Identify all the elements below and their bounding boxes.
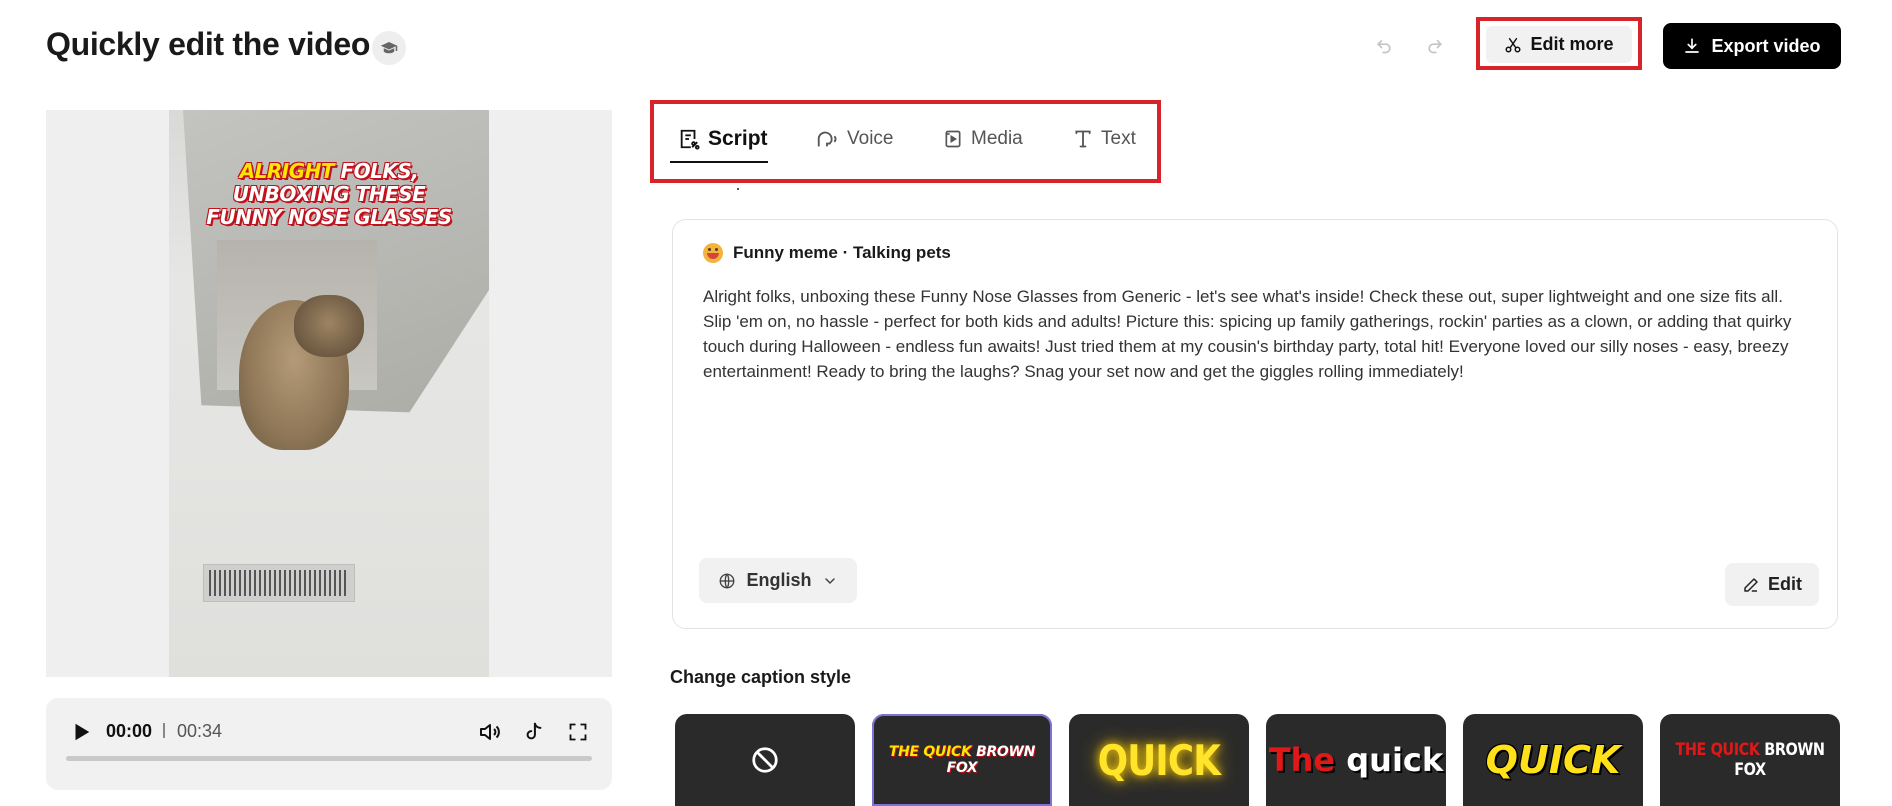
- script-icon: [680, 129, 700, 150]
- laughing-emoji-icon: [703, 243, 723, 263]
- tiktok-button[interactable]: [520, 718, 548, 746]
- edit-script-button[interactable]: Edit: [1725, 563, 1819, 606]
- caption-style-heading: Change caption style: [670, 667, 852, 687]
- redo-button[interactable]: [1421, 31, 1449, 59]
- caption-style-fox-red[interactable]: THE QUICK BROWN FOX: [1660, 714, 1840, 806]
- graduation-cap-icon[interactable]: [372, 31, 406, 65]
- pencil-icon: [1744, 577, 1758, 592]
- chevron-down-icon: [824, 577, 835, 584]
- active-tab-indicator: [670, 161, 768, 163]
- video-frame: ALRIGHT FOLKS, UNBOXING THESE FUNNY NOSE…: [169, 110, 489, 677]
- no-style-icon: [752, 747, 778, 773]
- time-separator: [163, 723, 165, 738]
- caption-style-none[interactable]: [675, 714, 855, 806]
- play-icon: [75, 723, 90, 740]
- tab-script[interactable]: Script: [678, 124, 768, 154]
- script-tag-label: Funny meme · Talking pets: [733, 243, 951, 262]
- video-caption-overlay: ALRIGHT FOLKS, UNBOXING THESE FUNNY NOSE…: [206, 159, 452, 229]
- current-time: 00:00: [106, 721, 153, 741]
- edit-label: Edit: [1768, 574, 1802, 594]
- download-icon: [1685, 38, 1700, 53]
- media-icon: [945, 130, 961, 148]
- air-vent: [203, 564, 355, 602]
- caption-style-fox-small[interactable]: THE QUICK BROWN FOX: [872, 714, 1052, 806]
- edit-more-label: Edit more: [1530, 34, 1614, 54]
- script-tag: Funny meme · Talking pets: [703, 243, 951, 263]
- globe-icon: [720, 572, 735, 589]
- progress-bar[interactable]: [66, 756, 592, 761]
- tiktok-icon: [526, 722, 542, 740]
- tab-voice[interactable]: Voice: [815, 124, 893, 154]
- caption-style-the-quick[interactable]: The quick: [1266, 714, 1446, 806]
- export-video-label: Export video: [1711, 35, 1821, 56]
- tab-text[interactable]: Text: [1073, 124, 1136, 154]
- scissors-icon: [1505, 37, 1521, 52]
- page-title: Quickly edit the video: [46, 26, 371, 62]
- caption-style-quick-italic[interactable]: QUICK: [1463, 714, 1643, 806]
- play-button[interactable]: [68, 720, 94, 746]
- total-time: 00:34: [177, 721, 223, 741]
- redo-icon: [1428, 40, 1443, 54]
- language-label: English: [746, 570, 812, 590]
- fullscreen-button[interactable]: [564, 718, 592, 746]
- volume-button[interactable]: [476, 718, 504, 746]
- voice-icon: [817, 131, 837, 147]
- player-controls: 00:00 00:34: [46, 698, 612, 790]
- language-select[interactable]: English: [699, 558, 857, 603]
- caption-style-quick-yellow[interactable]: QUICK: [1069, 714, 1249, 806]
- volume-icon: [480, 724, 500, 740]
- fullscreen-icon: [569, 723, 587, 741]
- script-text: Alright folks, unboxing these Funny Nose…: [703, 287, 1792, 381]
- undo-button[interactable]: [1370, 31, 1398, 59]
- video-preview[interactable]: ALRIGHT FOLKS, UNBOXING THESE FUNNY NOSE…: [46, 110, 612, 677]
- undo-icon: [1376, 40, 1391, 54]
- text-icon: [1075, 130, 1091, 148]
- edit-more-button[interactable]: Edit more: [1486, 26, 1632, 63]
- export-video-button[interactable]: Export video: [1663, 23, 1841, 69]
- script-card: Funny meme · Talking pets Alright folks,…: [672, 219, 1838, 629]
- tab-media[interactable]: Media: [943, 124, 1023, 154]
